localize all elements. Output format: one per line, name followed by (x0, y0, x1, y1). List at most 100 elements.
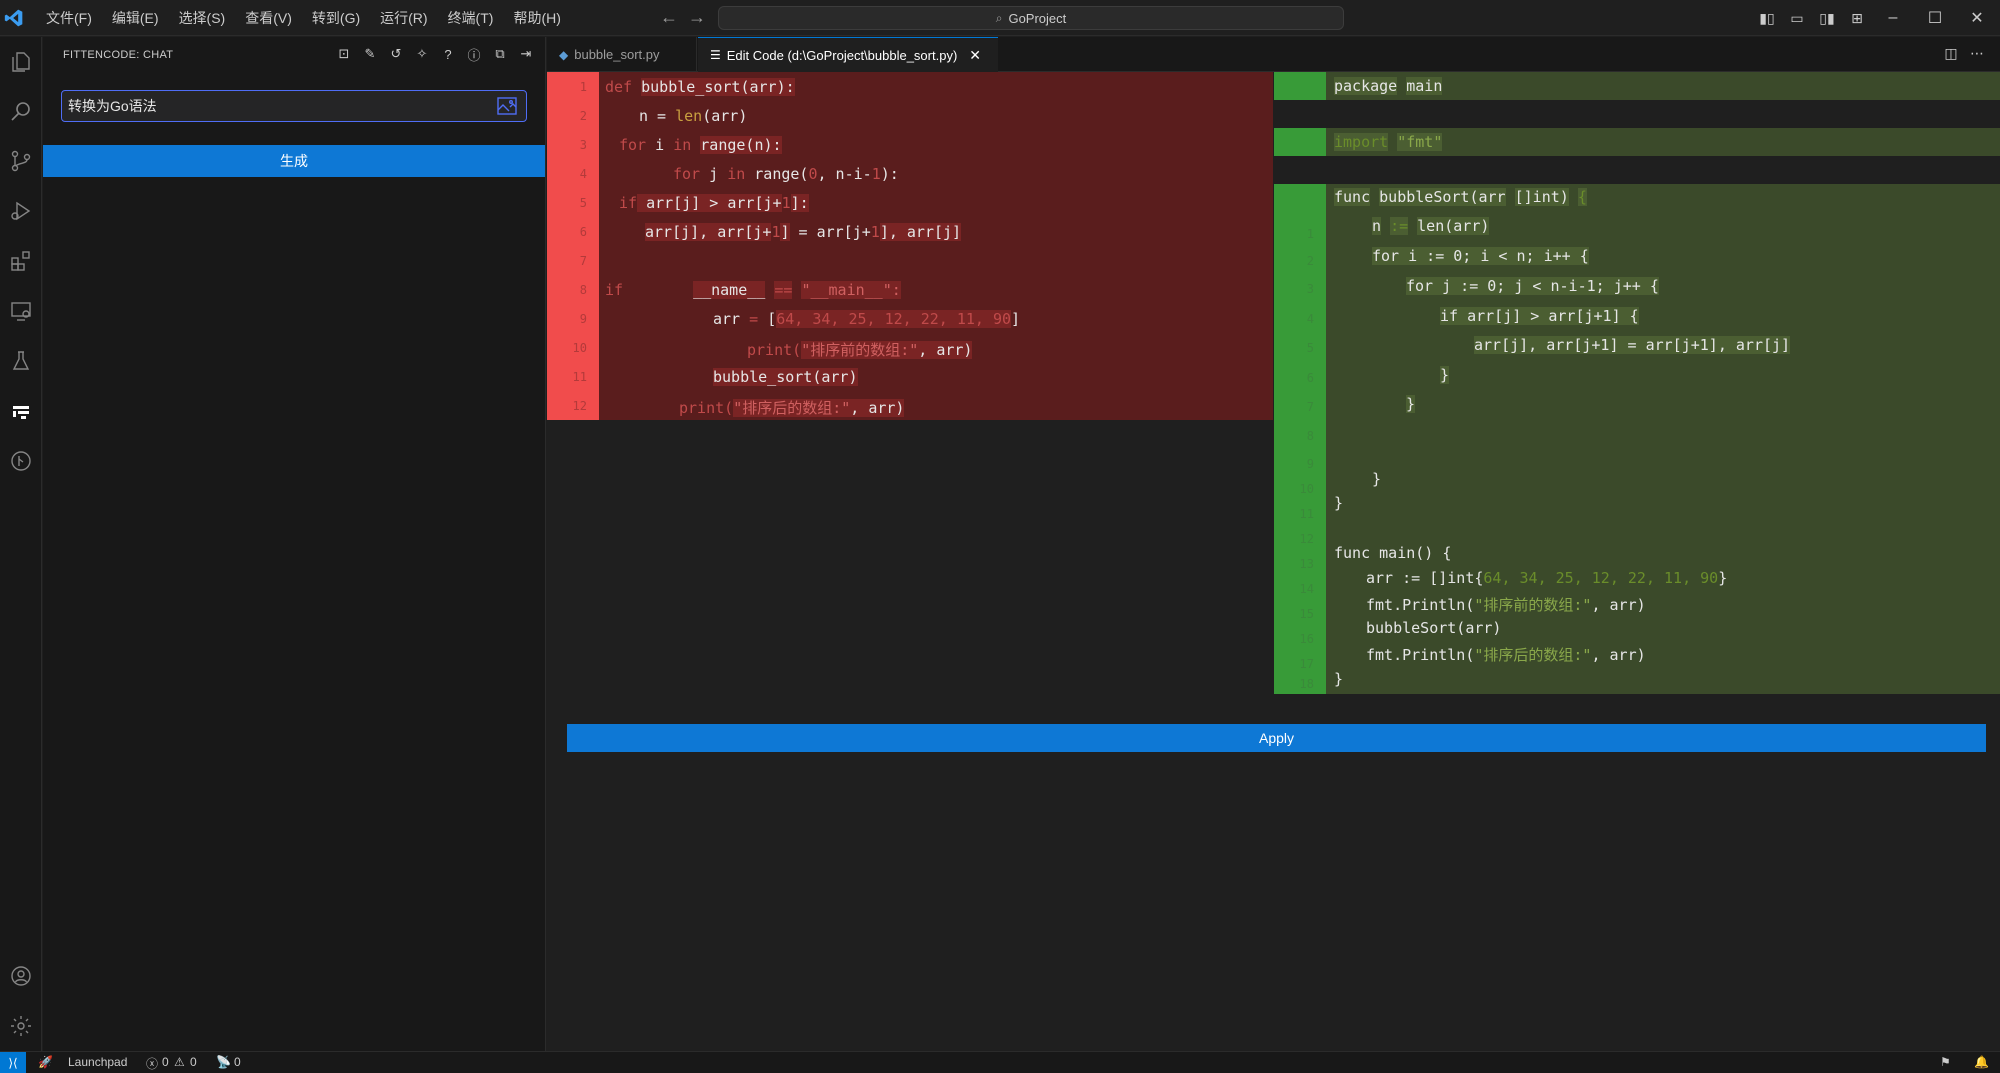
ports-count[interactable]: 0 (234, 1055, 241, 1069)
more-actions-icon[interactable]: ⋯ (1964, 45, 1990, 62)
remote-indicator-icon[interactable]: ⟩⟨ (0, 1052, 26, 1073)
fittencode-chat-panel: FITTENCODE: CHAT ⊡ ✎ ↺ ✧ ? ⓘ ⧉ ⇥ 生成 (43, 37, 546, 1051)
line-number: 11 (572, 370, 587, 384)
code-line: func main() { (1334, 544, 1452, 562)
code-line: package main (1334, 77, 1443, 95)
vscode-logo-icon (4, 9, 23, 27)
warning-count[interactable]: 0 (190, 1055, 197, 1069)
fittencode-status-icon[interactable]: ⚑ (1940, 1055, 1951, 1069)
insert-image-icon[interactable] (496, 95, 520, 117)
new-chat-icon[interactable]: ⊡ (331, 44, 357, 64)
line-number: 4 (579, 167, 587, 181)
code-line: arr = [64, 34, 25, 12, 22, 11, 90] (713, 310, 1021, 328)
line-number: 10 (1299, 482, 1314, 496)
code-line: for j in range(0, n-i-1): (673, 165, 899, 183)
warning-icon[interactable]: ⚠ (174, 1055, 185, 1069)
generated-code-pane: 1 2 3 4 5 6 7 8 9 10 11 12 13 14 15 16 1… (1274, 72, 2000, 694)
panel-title: FITTENCODE: CHAT (63, 49, 174, 61)
chat-input[interactable] (68, 96, 468, 116)
menu-run[interactable]: 运行(R) (370, 8, 437, 28)
code-line: for i := 0; i < n; i++ { (1372, 247, 1589, 265)
title-bar: 文件(F) 编辑(E) 选择(S) 查看(V) 转到(G) 运行(R) 终端(T… (0, 0, 2000, 36)
tab-bubble-sort-py[interactable]: ◆ bubble_sort.py (547, 37, 697, 72)
code-line: print("排序前的数组:", arr) (747, 341, 973, 359)
history-icon[interactable]: ↺ (383, 44, 409, 64)
menu-edit[interactable]: 编辑(E) (102, 8, 169, 28)
menu-view[interactable]: 查看(V) (235, 8, 302, 28)
toggle-primary-sidebar-icon[interactable]: ▮▯ (1752, 8, 1782, 28)
remote-explorer-icon[interactable] (0, 291, 42, 331)
code-line: bubbleSort(arr) (1366, 619, 1502, 637)
code-line: n := len(arr) (1372, 217, 1490, 235)
account-icon[interactable] (0, 956, 42, 996)
run-debug-icon[interactable] (0, 191, 42, 231)
line-number: 18 (1299, 677, 1314, 691)
line-number: 6 (1306, 371, 1314, 385)
tab-edit-code[interactable]: ☰ Edit Code (d:\GoProject\bubble_sort.py… (698, 37, 998, 72)
code-line: } (1334, 670, 1344, 688)
line-number: 11 (1299, 507, 1314, 521)
code-line: for j := 0; j < n-i-1; j++ { (1406, 277, 1659, 295)
notifications-bell-icon[interactable]: 🔔 (1974, 1055, 1989, 1069)
launchpad-icon[interactable]: 🚀 (38, 1055, 53, 1069)
code-line: def bubble_sort(arr): (605, 78, 795, 96)
line-number: 1 (1306, 227, 1314, 241)
code-line: } (1406, 395, 1416, 413)
tab-label: bubble_sort.py (574, 47, 660, 62)
close-window-icon[interactable]: ✕ (1950, 0, 2000, 36)
command-center-search[interactable]: ⌕ GoProject (718, 6, 1344, 30)
editor-tabs: ◆ bubble_sort.py ☰ Edit Code (d:\GoProje… (547, 37, 2000, 72)
empty-editor-space (547, 420, 1273, 694)
close-tab-icon[interactable]: ✕ (969, 47, 981, 64)
toggle-secondary-sidebar-icon[interactable]: ▯▮ (1812, 8, 1842, 28)
info-icon[interactable]: ⓘ (461, 44, 487, 64)
code-line: arr[j], arr[j+1] = arr[j+1], arr[j] (1474, 336, 1791, 354)
code-line: arr := []int{64, 34, 25, 12, 22, 11, 90} (1366, 569, 1728, 587)
chat-input-box (61, 90, 527, 122)
forward-arrow-icon[interactable]: → (688, 7, 706, 28)
menu-terminal[interactable]: 终端(T) (438, 8, 504, 28)
apply-button[interactable]: Apply (567, 724, 1986, 752)
launchpad-label[interactable]: Launchpad (68, 1055, 127, 1069)
open-in-editor-icon[interactable]: ⇥ (513, 44, 539, 64)
extensions-icon[interactable] (0, 241, 42, 281)
menu-file[interactable]: 文件(F) (36, 8, 102, 28)
code-line: if arr[j] > arr[j+1]: (619, 194, 809, 212)
activity-bar (0, 37, 42, 1051)
line-number: 1 (579, 80, 587, 94)
magic-wand-icon[interactable]: ✧ (409, 44, 435, 64)
toggle-panel-icon[interactable]: ▭ (1782, 8, 1812, 28)
line-number: 5 (579, 196, 587, 210)
line-number: 3 (1306, 282, 1314, 296)
apply-panel: Apply (547, 694, 2000, 1051)
added-lines-gutter (1274, 128, 1326, 156)
menu-help[interactable]: 帮助(H) (503, 8, 570, 28)
line-number: 10 (572, 341, 587, 355)
removed-lines-gutter (547, 72, 599, 420)
line-number: 12 (1299, 532, 1314, 546)
code-line: } (1372, 470, 1382, 488)
search-view-icon[interactable] (0, 91, 42, 131)
ports-icon[interactable]: 📡 (216, 1055, 231, 1069)
code-line: n = len(arr) (639, 107, 748, 125)
menu-selection[interactable]: 选择(S) (169, 8, 236, 28)
error-count[interactable]: 0 (162, 1055, 169, 1069)
generate-button[interactable]: 生成 (43, 145, 545, 177)
split-editor-icon[interactable]: ◫ (1938, 45, 1964, 62)
search-icon: ⌕ (995, 10, 1003, 25)
explorer-icon[interactable] (0, 42, 42, 82)
settings-gear-icon[interactable] (0, 1006, 42, 1046)
testing-icon[interactable] (0, 341, 42, 381)
fittencode-icon[interactable] (0, 391, 42, 431)
code-line: if arr[j] > arr[j+1] { (1440, 307, 1639, 325)
error-icon[interactable]: ⓧ (146, 1055, 158, 1072)
status-bar: ⟩⟨ 🚀 Launchpad ⓧ 0 ⚠ 0 📡 0 ⚑ 🔔 (0, 1051, 2000, 1073)
help-icon[interactable]: ? (435, 44, 461, 64)
source-control-icon[interactable] (0, 141, 42, 181)
edit-icon[interactable]: ✎ (357, 44, 383, 64)
menu-go[interactable]: 转到(G) (302, 8, 370, 28)
back-arrow-icon[interactable]: ← (660, 7, 678, 28)
git-graph-icon[interactable] (0, 441, 42, 481)
python-file-icon: ◆ (559, 47, 569, 62)
copy-icon[interactable]: ⧉ (487, 44, 513, 64)
